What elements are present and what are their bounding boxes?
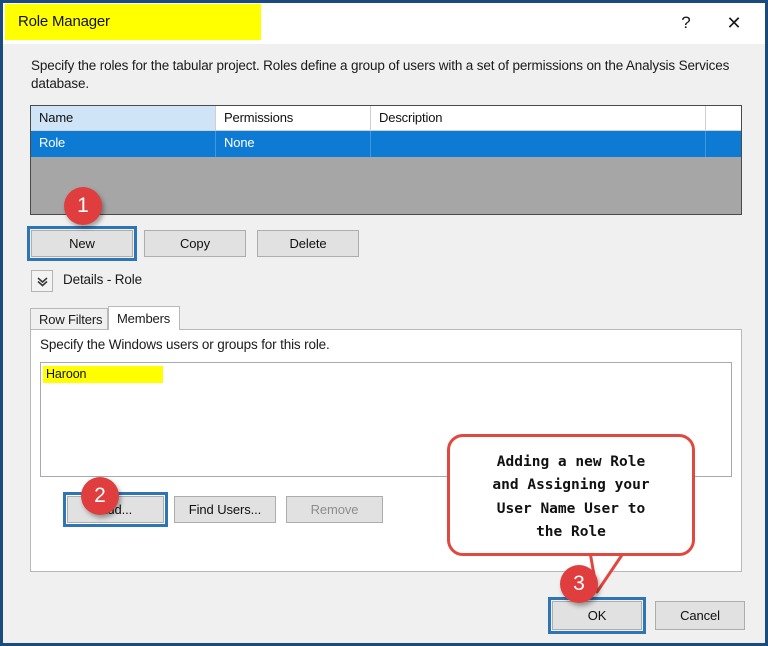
members-hint: Specify the Windows users or groups for … (40, 337, 330, 352)
column-header-description[interactable]: Description (371, 106, 706, 130)
ok-button[interactable]: OK (552, 601, 642, 630)
table-row[interactable]: Role None (31, 131, 741, 157)
column-header-permissions[interactable]: Permissions (216, 106, 371, 130)
title-bar: Role Manager ? ✕ (3, 3, 765, 45)
copy-button[interactable]: Copy (144, 230, 246, 257)
cell-name[interactable]: Role (31, 131, 216, 157)
find-users-button[interactable]: Find Users... (174, 496, 276, 523)
callout-text: Adding a new Role and Assigning your Use… (492, 454, 650, 541)
column-header-extra[interactable] (706, 106, 739, 130)
close-icon[interactable]: ✕ (711, 3, 757, 43)
column-header-name[interactable]: Name (31, 106, 216, 130)
list-item[interactable]: Haroon (43, 366, 163, 383)
grid-header-row: Name Permissions Description (31, 106, 741, 131)
remove-button: Remove (286, 496, 383, 523)
cancel-button[interactable]: Cancel (655, 601, 745, 630)
cell-permissions[interactable]: None (216, 131, 371, 157)
tab-members[interactable]: Members (108, 306, 180, 330)
chevron-double-down-icon[interactable] (31, 270, 53, 292)
cell-extra[interactable] (706, 131, 739, 157)
intro-description: Specify the roles for the tabular projec… (31, 58, 730, 92)
delete-button[interactable]: Delete (257, 230, 359, 257)
roles-grid[interactable]: Name Permissions Description Role None (30, 105, 742, 215)
step-badge-2: 2 (81, 477, 119, 515)
details-label: Details - Role (63, 272, 142, 287)
role-manager-dialog: Role Manager ? ✕ Specify the roles for t… (0, 0, 768, 646)
step-badge-3: 3 (560, 565, 598, 603)
cell-description[interactable] (371, 131, 706, 157)
grid-empty-area (31, 157, 741, 214)
window-title: Role Manager (18, 13, 110, 30)
tab-row-filters[interactable]: Row Filters (30, 308, 108, 330)
tab-strip: Row Filters Members (30, 306, 742, 330)
step-badge-1: 1 (64, 187, 102, 225)
annotation-callout: Adding a new Role and Assigning your Use… (447, 434, 695, 556)
new-button[interactable]: New (31, 230, 133, 257)
help-icon[interactable]: ? (663, 3, 709, 43)
